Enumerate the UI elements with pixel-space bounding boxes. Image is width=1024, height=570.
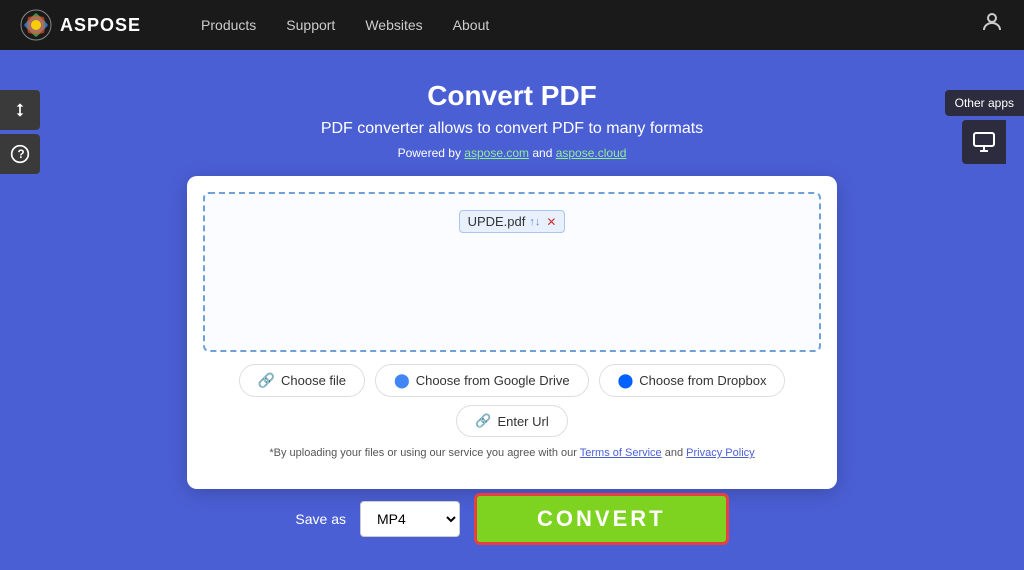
file-chip: UPDE.pdf ↑↓ ✕ bbox=[459, 210, 566, 233]
terms-link[interactable]: Terms of Service bbox=[580, 447, 662, 459]
navbar: ASPOSE Products Support Websites About bbox=[0, 0, 1024, 50]
google-drive-label: Choose from Google Drive bbox=[416, 373, 570, 388]
choose-file-button[interactable]: 🔗 Choose file bbox=[239, 364, 365, 397]
gdrive-icon: ⬤ bbox=[394, 372, 410, 389]
help-side-btn[interactable]: ? bbox=[0, 134, 40, 174]
logo-text: ASPOSE bbox=[60, 15, 141, 36]
terms-prefix: *By uploading your files or using our se… bbox=[269, 447, 577, 459]
drop-zone[interactable]: UPDE.pdf ↑↓ ✕ bbox=[203, 192, 821, 352]
nav-about[interactable]: About bbox=[453, 17, 490, 33]
upload-buttons-row: 🔗 Choose file ⬤ Choose from Google Drive… bbox=[203, 364, 821, 397]
user-icon[interactable] bbox=[980, 10, 1004, 40]
aspose-cloud-link[interactable]: aspose.cloud bbox=[556, 146, 627, 160]
upload-card: UPDE.pdf ↑↓ ✕ 🔗 Choose file ⬤ Choose fro… bbox=[187, 176, 837, 489]
page-subtitle: PDF converter allows to convert PDF to m… bbox=[321, 120, 703, 138]
powered-by: Powered by aspose.com and aspose.cloud bbox=[398, 146, 627, 160]
other-apps-panel: Other apps bbox=[945, 90, 1024, 164]
nav-links: Products Support Websites About bbox=[201, 17, 980, 33]
choose-file-label: Choose file bbox=[281, 373, 346, 388]
nav-products[interactable]: Products bbox=[201, 17, 256, 33]
google-drive-button[interactable]: ⬤ Choose from Google Drive bbox=[375, 364, 589, 397]
aspose-com-link[interactable]: aspose.com bbox=[464, 146, 529, 160]
url-row: 🔗 Enter Url bbox=[203, 405, 821, 437]
file-name: UPDE.pdf bbox=[468, 214, 526, 229]
other-apps-label[interactable]: Other apps bbox=[945, 90, 1024, 116]
bottom-row: Save as MP4 DOCX XLSX PPTX HTML JPG PNG … bbox=[295, 493, 728, 545]
format-select[interactable]: MP4 DOCX XLSX PPTX HTML JPG PNG bbox=[360, 501, 460, 537]
nav-websites[interactable]: Websites bbox=[365, 17, 422, 33]
file-move-icons: ↑↓ bbox=[529, 216, 540, 228]
terms-text: *By uploading your files or using our se… bbox=[203, 447, 821, 459]
convert-button[interactable]: CONVERT bbox=[474, 493, 729, 545]
logo-icon bbox=[20, 9, 52, 41]
svg-text:?: ? bbox=[18, 148, 25, 161]
enter-url-button[interactable]: 🔗 Enter Url bbox=[456, 405, 567, 437]
nav-support[interactable]: Support bbox=[286, 17, 335, 33]
other-apps-icon[interactable] bbox=[962, 120, 1006, 164]
powered-by-text: Powered by bbox=[398, 146, 461, 160]
convert-side-btn[interactable] bbox=[0, 90, 40, 130]
dropbox-button[interactable]: ⬤ Choose from Dropbox bbox=[599, 364, 786, 397]
logo: ASPOSE bbox=[20, 9, 141, 41]
main-content: Convert PDF PDF converter allows to conv… bbox=[0, 50, 1024, 545]
terms-and: and bbox=[665, 447, 686, 459]
link-icon: 🔗 bbox=[258, 372, 275, 389]
side-buttons: ? bbox=[0, 90, 40, 174]
enter-url-label: Enter Url bbox=[497, 414, 548, 429]
save-as-label: Save as bbox=[295, 511, 346, 527]
dropbox-label: Choose from Dropbox bbox=[639, 373, 766, 388]
dropbox-icon: ⬤ bbox=[618, 372, 634, 389]
privacy-link[interactable]: Privacy Policy bbox=[686, 447, 754, 459]
page-title: Convert PDF bbox=[427, 80, 597, 112]
and-text: and bbox=[532, 146, 555, 160]
url-link-icon: 🔗 bbox=[475, 413, 491, 429]
file-remove-icon[interactable]: ✕ bbox=[546, 215, 556, 229]
